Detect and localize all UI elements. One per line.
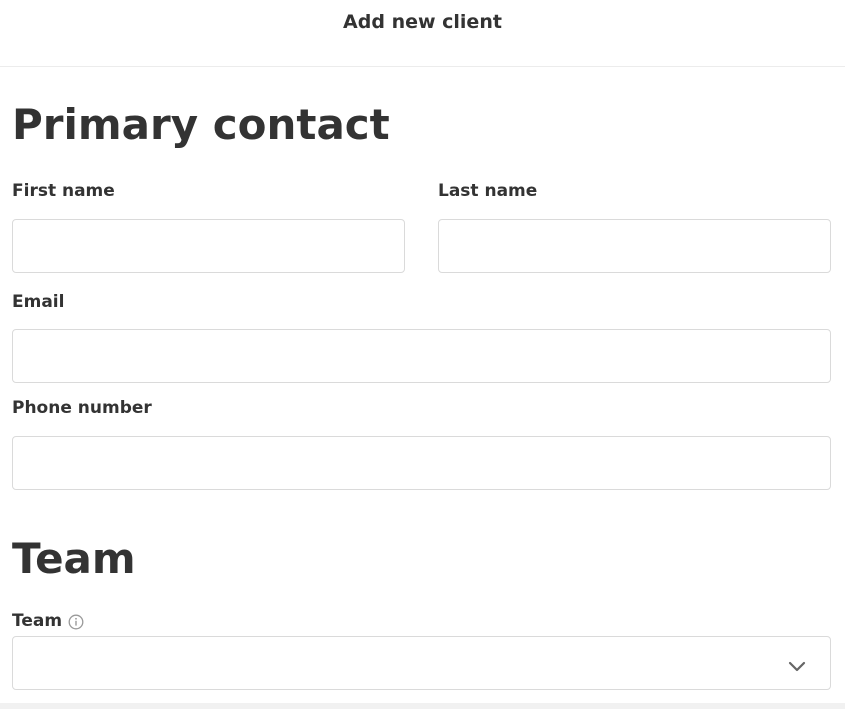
first-name-input[interactable]: [12, 219, 405, 273]
team-label: Team: [12, 611, 63, 631]
phone-label: Phone number: [12, 398, 152, 418]
phone-field: Phone number: [12, 397, 831, 490]
team-label-row: Team: [12, 610, 831, 632]
email-field: Email: [12, 291, 831, 383]
team-heading: Team: [12, 534, 136, 583]
email-label: Email: [12, 292, 65, 312]
last-name-field: Last name: [438, 180, 831, 273]
modal-header: Add new client: [0, 0, 845, 67]
chevron-down-icon[interactable]: [788, 658, 806, 672]
team-select[interactable]: [12, 636, 831, 690]
phone-input[interactable]: [12, 436, 831, 490]
team-field: Team: [12, 610, 831, 690]
last-name-input[interactable]: [438, 219, 831, 273]
info-icon[interactable]: [68, 614, 84, 630]
page-title: Add new client: [343, 11, 502, 33]
primary-contact-heading: Primary contact: [12, 100, 390, 149]
first-name-field: First name: [12, 180, 405, 273]
name-row: First name Last name: [12, 180, 831, 273]
email-input[interactable]: [12, 329, 831, 383]
bottom-divider: [0, 703, 845, 709]
last-name-label: Last name: [438, 181, 538, 201]
first-name-label: First name: [12, 181, 115, 201]
client-form: Primary contact First name Last name Ema…: [0, 104, 845, 690]
